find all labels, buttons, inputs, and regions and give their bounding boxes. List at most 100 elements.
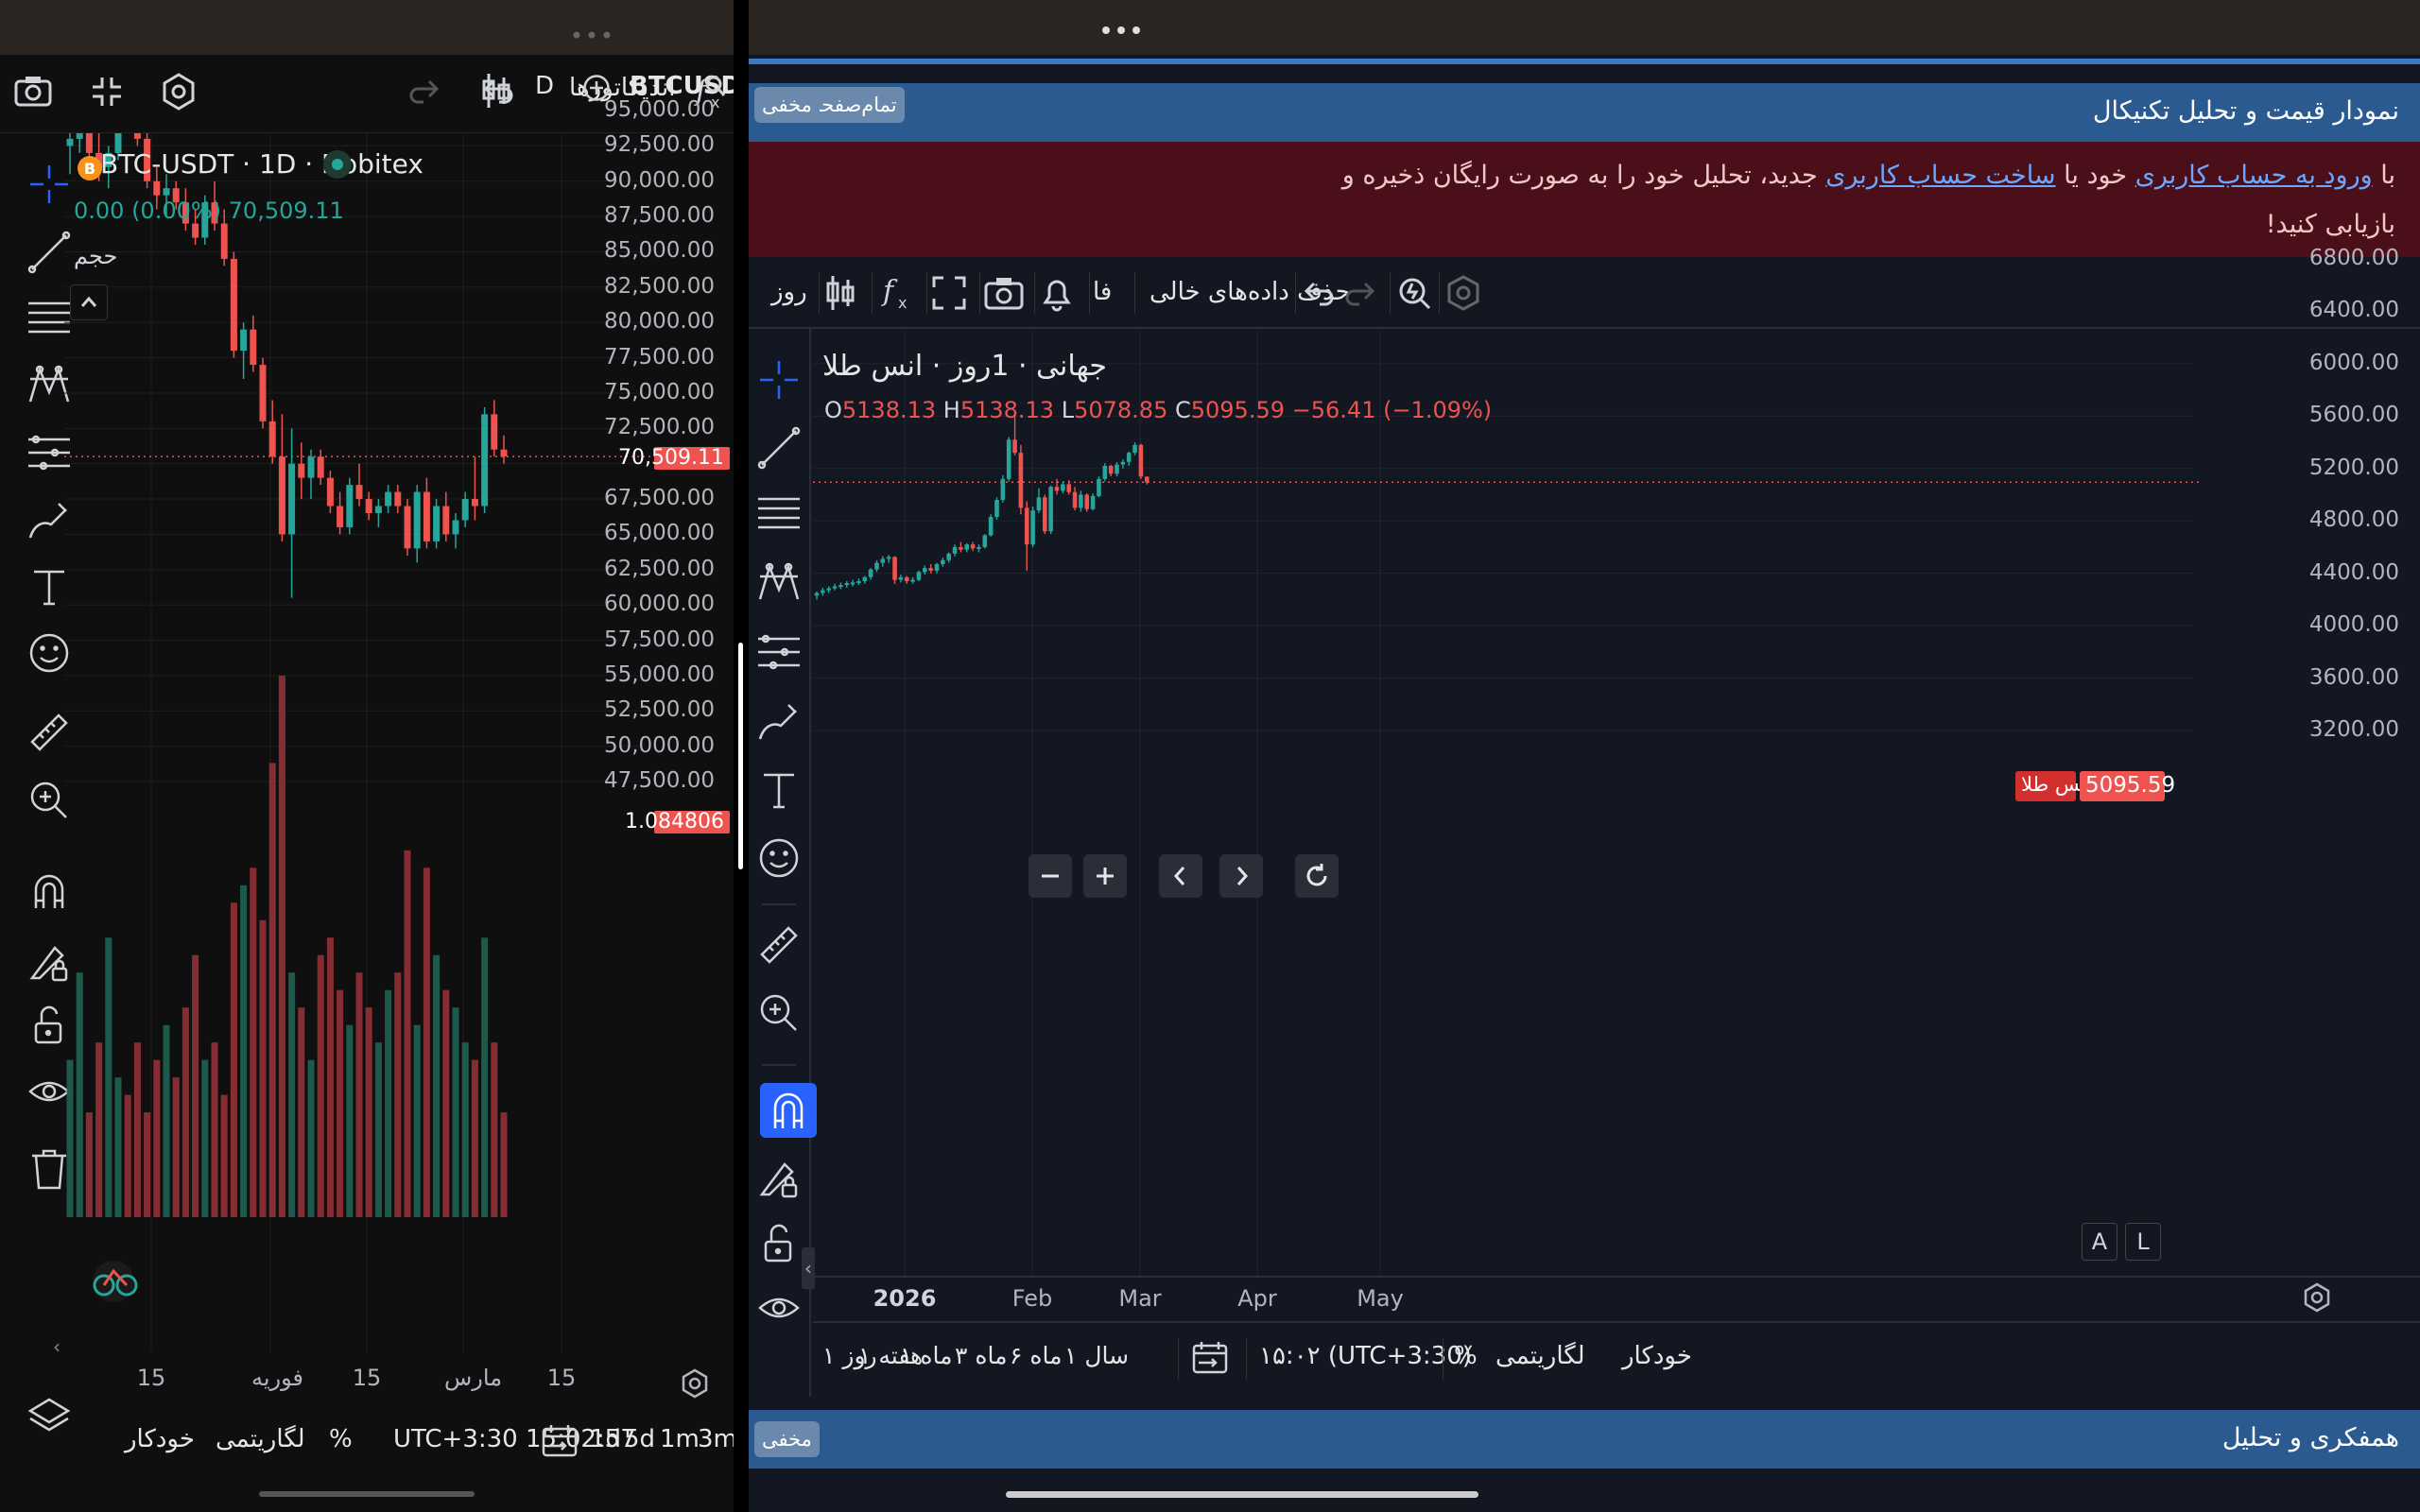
right-candles-type-icon[interactable] [824, 274, 856, 312]
right-auto-scale-button[interactable]: خودکار [1622, 1342, 1692, 1370]
right-percent-button[interactable]: % [1454, 1342, 1478, 1370]
register-link[interactable]: ساخت حساب کاربری [1825, 161, 2055, 190]
volume-legend-label: حجم [74, 243, 118, 269]
left-legend-values: 0.00 (0.00%) 70,509.11 [74, 198, 344, 224]
right-settings-icon[interactable] [1444, 274, 1482, 312]
left-percent-button[interactable]: % [329, 1425, 353, 1453]
volume-bar [481, 937, 489, 1217]
ohlc-h-label: H [942, 397, 960, 423]
ohlc-o-value: 5138.13 [841, 397, 937, 423]
candle-body [307, 456, 315, 478]
add-symbol-icon[interactable] [582, 74, 611, 102]
log-scale-l-button[interactable]: L [2125, 1223, 2161, 1261]
candle-body [230, 258, 237, 352]
right-text-tool-icon[interactable] [756, 767, 802, 813]
candle-body [964, 544, 970, 550]
auto-scale-a-button[interactable]: A [2082, 1223, 2118, 1261]
right-camera-icon[interactable] [983, 274, 1025, 312]
calendar-range-icon[interactable] [541, 1421, 579, 1459]
candle-body [491, 414, 498, 450]
right-redo-icon[interactable] [1344, 278, 1378, 308]
right-fullscreen-icon[interactable] [930, 274, 968, 312]
candles-chart-type-selector-icon[interactable] [480, 72, 512, 110]
volume-bar [95, 1042, 103, 1217]
interval-day-button[interactable]: روز [771, 278, 807, 306]
left-range-3m[interactable]: 3m [698, 1425, 737, 1453]
right-eye-icon[interactable] [756, 1285, 802, 1331]
reset-chart-button[interactable] [1295, 854, 1339, 898]
left-range-1m[interactable]: 1m [660, 1425, 700, 1453]
zoom-out-button[interactable] [1028, 854, 1072, 898]
right-home-indicator [1006, 1491, 1478, 1498]
candle-body [452, 520, 459, 535]
right-calendar-icon[interactable] [1191, 1338, 1229, 1376]
candle-body [850, 582, 856, 585]
right-emoji-icon[interactable] [756, 835, 802, 881]
right-window-grabber-bar [749, 0, 2420, 55]
right-brush-icon[interactable] [756, 697, 802, 743]
volume-bar [433, 954, 441, 1217]
right-chart-toolbar: روز fx فا حذف داده‌های خالی [749, 261, 2420, 329]
split-view-divider[interactable] [734, 0, 749, 1512]
right-range-button[interactable]: ماه ۶ [1010, 1342, 1063, 1369]
hide-button[interactable]: مخفی [754, 87, 820, 123]
right-undo-icon[interactable] [1301, 278, 1335, 308]
right-crosshair-icon[interactable] [756, 357, 802, 403]
right-trend-line-icon[interactable] [756, 425, 802, 471]
volume-bar [124, 1094, 131, 1217]
quick-search-icon[interactable] [1395, 274, 1433, 312]
right-magnet-button[interactable] [760, 1083, 817, 1138]
right-horizontal-lines-icon[interactable] [756, 491, 802, 537]
footer-hide-button[interactable]: مخفی [754, 1421, 820, 1457]
scroll-left-button[interactable] [1159, 854, 1202, 898]
toolbar-sep-9 [1390, 272, 1391, 314]
left-axis-settings-icon[interactable] [679, 1367, 711, 1400]
right-ruler-icon[interactable] [756, 922, 802, 968]
right-timezone-clock[interactable]: ۱۵:۰۲ (UTC+3:30) [1259, 1342, 1472, 1370]
right-range-button[interactable]: ماه ۳ [955, 1342, 1008, 1369]
candle-body [977, 546, 981, 549]
interval-button[interactable]: D [535, 72, 554, 100]
candle-body [970, 544, 976, 549]
candle-body [910, 579, 915, 582]
right-lock-drawing-icon[interactable] [756, 1155, 802, 1200]
zoom-in-button[interactable] [1083, 854, 1127, 898]
left-log-scale-button[interactable]: لگاریتمی [216, 1425, 305, 1453]
left-auto-scale-button[interactable]: خودکار [125, 1425, 195, 1453]
scroll-right-button[interactable] [1219, 854, 1263, 898]
right-multitask-dots[interactable] [1100, 21, 1142, 34]
volume-bar [278, 675, 285, 1217]
right-time-axis[interactable]: 2026 Feb Mar Apr May [813, 1281, 2325, 1319]
left-time-axis[interactable]: 15 فوریه 15 مارس 15 [64, 1361, 669, 1399]
login-link[interactable]: ورود به حساب کاربری [2135, 161, 2373, 190]
search-icon[interactable] [705, 76, 726, 98]
collapse-legend-button[interactable] [70, 284, 108, 320]
left-chart-area[interactable]: B BTC-USDT · 1D · Nobitex 0.00 (0.00%) 7… [53, 97, 734, 1399]
right-pattern-tool-icon[interactable] [756, 559, 802, 605]
right-fib-icon[interactable] [756, 629, 802, 675]
candle-body [1126, 453, 1132, 462]
login-notice-banner: با ورود به حساب کاربری خود یا ساخت حساب … [749, 142, 2420, 257]
right-range-button[interactable]: روز ۱ [822, 1342, 877, 1369]
volume-bar [268, 763, 276, 1217]
right-chart-area[interactable]: جهانی · 1روز · انس طلا O5138.13 H5138.13… [813, 246, 2420, 1276]
candle-body [898, 576, 904, 580]
right-log-scale-button[interactable]: لگاریتمی [1495, 1342, 1585, 1370]
candle-body [1108, 466, 1114, 474]
alert-bell-icon[interactable] [1038, 274, 1076, 312]
candle-body [880, 558, 886, 563]
right-range-button[interactable]: سال ۱ [1064, 1342, 1129, 1369]
left-chart-bottom-chevron[interactable]: ‹ [53, 1335, 60, 1358]
language-button[interactable]: فا [1093, 278, 1112, 306]
right-zoom-in-icon[interactable] [756, 990, 802, 1036]
right-unlock-icon[interactable] [756, 1221, 802, 1266]
toolbar-sep-5 [1034, 272, 1035, 314]
volume-bar [404, 850, 411, 1217]
right-indicators-fx-icon[interactable]: fx [881, 274, 915, 312]
candle-body [442, 506, 450, 535]
volume-bar [413, 1024, 421, 1217]
left-range-5d[interactable]: 5d [624, 1425, 655, 1453]
candle-body [278, 456, 285, 535]
right-axis-settings-icon[interactable] [2301, 1281, 2333, 1314]
left-range-1d[interactable]: 1d [590, 1425, 621, 1453]
